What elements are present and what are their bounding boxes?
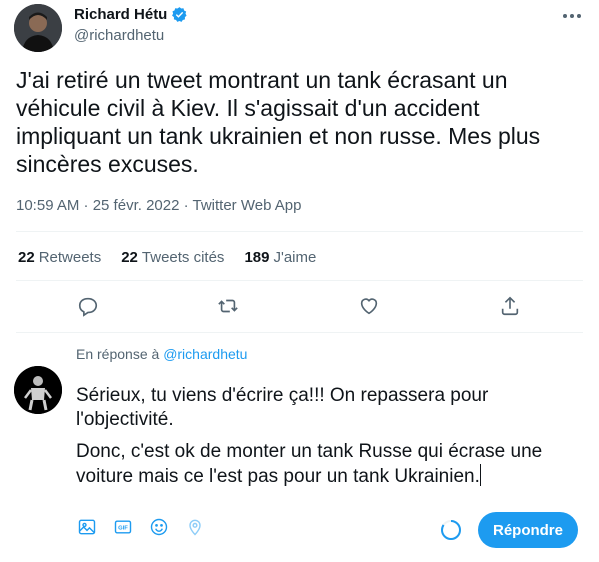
tweet-actions xyxy=(0,292,599,320)
like-icon[interactable] xyxy=(355,292,383,320)
reply-line-2-text: Donc, c'est ok de monter un tank Russe q… xyxy=(76,441,543,487)
reply-button[interactable]: Répondre xyxy=(478,512,578,548)
reply-line-2: Donc, c'est ok de monter un tank Russe q… xyxy=(76,440,581,489)
share-icon[interactable] xyxy=(496,292,524,320)
verified-badge-icon xyxy=(172,7,187,22)
user-avatar[interactable] xyxy=(14,366,62,414)
retweet-icon[interactable] xyxy=(214,292,242,320)
reply-textarea[interactable]: Sérieux, tu viens d'écrire ça!!! On repa… xyxy=(76,384,581,497)
likes-stat[interactable]: 189 J'aime xyxy=(244,249,316,266)
author-handle[interactable]: @richardhetu xyxy=(74,27,164,44)
divider xyxy=(16,280,583,281)
author-avatar[interactable] xyxy=(14,4,62,52)
retweets-count: 22 xyxy=(18,249,35,266)
in-reply-handle-link[interactable]: @richardhetu xyxy=(163,346,247,362)
in-reply-to: En réponse à @richardhetu xyxy=(76,346,247,362)
svg-text:GIF: GIF xyxy=(118,526,128,532)
character-count-ring xyxy=(441,520,461,540)
quotes-label: Tweets cités xyxy=(141,249,225,266)
tweet-stats: 22 Retweets 22 Tweets cités 189 J'aime xyxy=(18,249,316,266)
reply-icon[interactable] xyxy=(74,292,102,320)
image-icon[interactable] xyxy=(76,516,98,538)
divider xyxy=(16,231,583,232)
likes-label: J'aime xyxy=(273,249,317,266)
retweets-stat[interactable]: 22 Retweets xyxy=(18,249,101,266)
divider xyxy=(16,332,583,333)
tweet-text: J'ai retiré un tweet montrant un tank éc… xyxy=(16,67,541,177)
quotes-count: 22 xyxy=(121,249,138,266)
likes-count: 189 xyxy=(244,249,270,266)
gif-icon[interactable]: GIF xyxy=(112,516,134,538)
more-icon[interactable] xyxy=(559,6,585,26)
reply-line-1: Sérieux, tu viens d'écrire ça!!! On repa… xyxy=(76,385,489,430)
emoji-icon[interactable] xyxy=(148,516,170,538)
author-name-text[interactable]: Richard Hétu xyxy=(74,6,167,23)
quotes-stat[interactable]: 22 Tweets cités xyxy=(121,249,224,266)
retweets-label: Retweets xyxy=(38,249,102,266)
author-name[interactable]: Richard Hétu xyxy=(74,6,188,23)
in-reply-prefix: En réponse à xyxy=(76,346,160,362)
tweet-meta[interactable]: 10:59 AM · 25 févr. 2022 · Twitter Web A… xyxy=(16,197,301,214)
location-icon[interactable] xyxy=(184,516,206,538)
text-caret xyxy=(479,464,481,486)
composer-toolbar: GIF xyxy=(76,516,206,538)
